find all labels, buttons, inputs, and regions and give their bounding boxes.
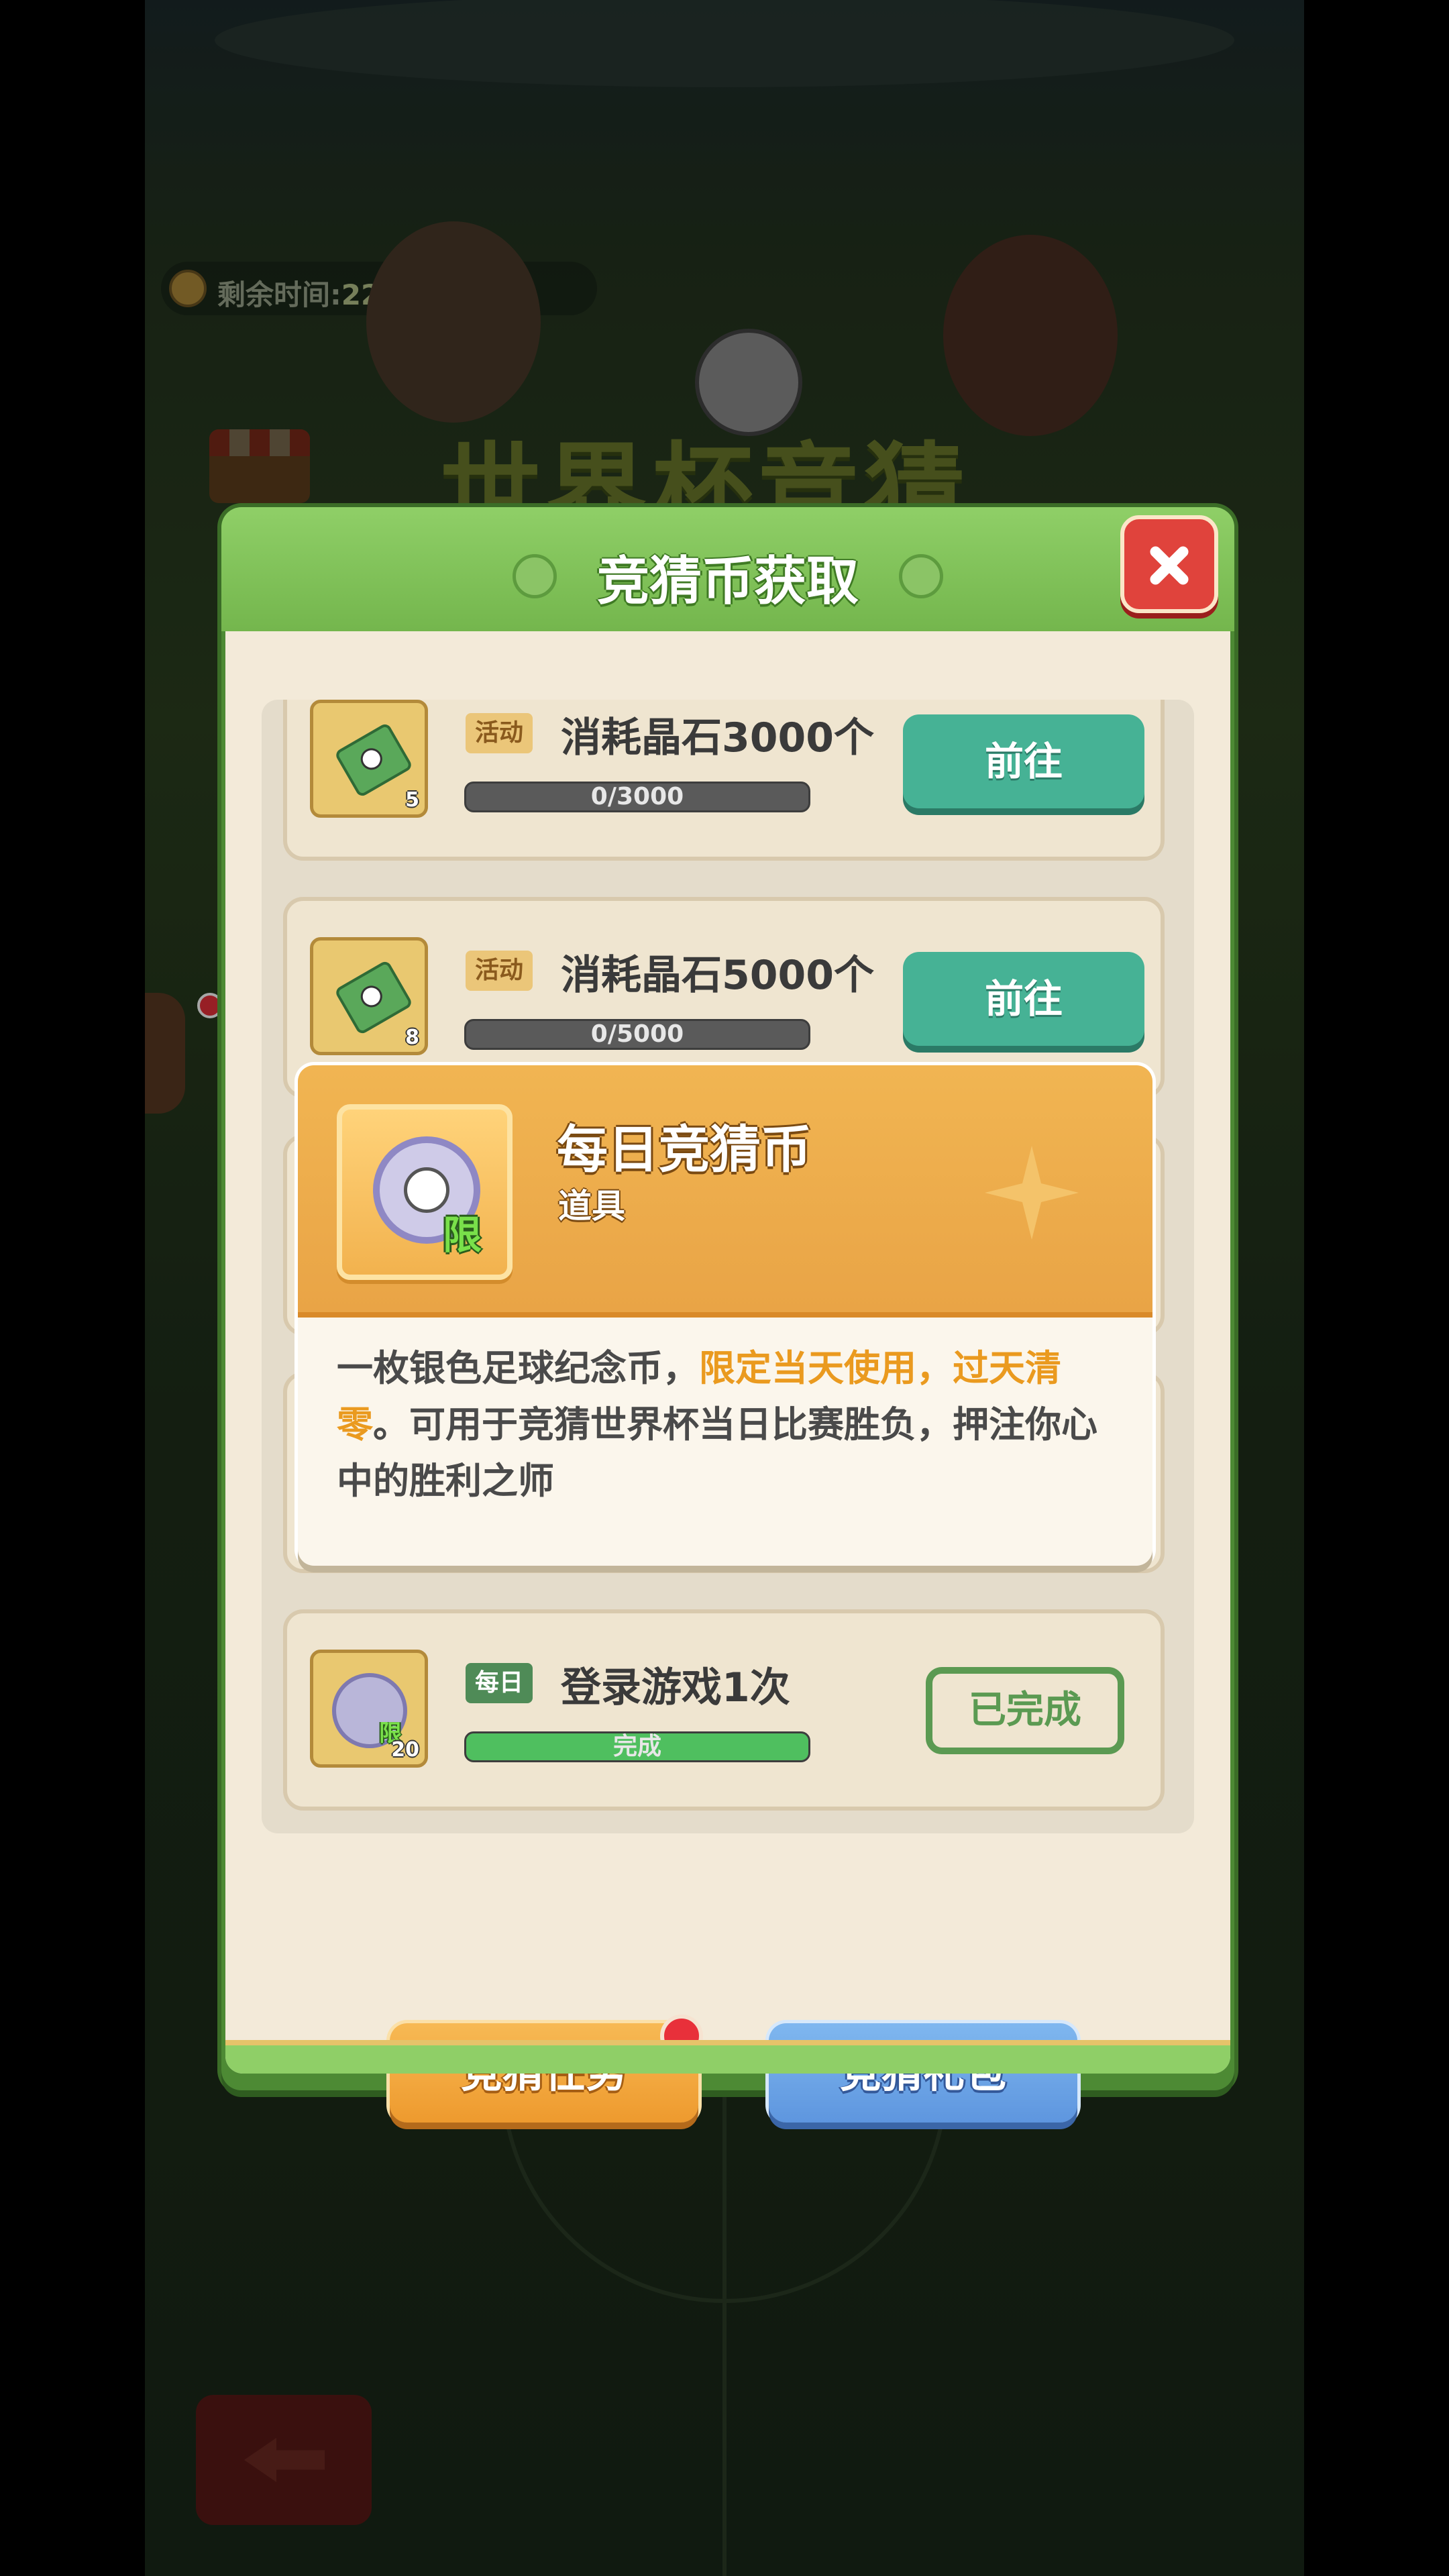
task-title: 消耗晶石5000个 [561,952,874,999]
task-tag: 活动 [466,713,533,753]
progress-bar: 0/3000 [464,782,810,812]
progress-text: 0/5000 [590,1020,684,1048]
task-item: 5 活动 消耗晶石3000个 0/3000 前往 [283,700,1165,861]
limit-badge: 限 [443,1212,482,1258]
task-tag: 每日 [466,1663,533,1703]
completed-button: 已完成 [926,1667,1124,1754]
go-button[interactable]: 前往 [903,952,1144,1046]
soccer-ball-icon [899,554,943,598]
progress-bar: 完成 [464,1731,810,1762]
progress-text: 0/3000 [590,783,684,810]
item-tooltip: 限 每日竞猜币 道具 一枚银色足球纪念币，限定当天使用，过天清零。可用于竞猜世界… [298,1065,1152,1566]
silver-coin-icon[interactable]: 限 20 [310,1650,428,1768]
close-button[interactable] [1120,515,1218,613]
progress-text: 完成 [612,1733,661,1760]
progress-bar: 0/5000 [464,1019,810,1050]
task-title: 消耗晶石3000个 [561,714,874,761]
ticket-icon[interactable]: 5 [310,700,428,818]
task-title: 登录游戏1次 [561,1664,790,1711]
item-name: 每日竞猜币 [557,1120,812,1179]
item-description: 一枚银色足球纪念币，限定当天使用，过天清零。可用于竞猜世界杯当日比赛胜负，押注你… [337,1347,1097,1502]
reward-count: 8 [405,1026,419,1049]
task-tag: 活动 [466,951,533,991]
tooltip-header: 限 每日竞猜币 道具 [298,1065,1152,1318]
task-item: 限 20 每日 登录游戏1次 完成 已完成 [283,1609,1165,1811]
sparkle-icon [985,1146,1079,1240]
ticket-icon[interactable]: 8 [310,937,428,1055]
dialog-title: 竞猜币获取 [596,551,859,612]
item-icon-frame: 限 [337,1104,513,1280]
reward-count: 5 [405,788,419,812]
dialog-header: 竞猜币获取 [221,507,1234,631]
go-button[interactable]: 前往 [903,714,1144,808]
item-type: 道具 [558,1187,625,1226]
reward-count: 20 [391,1738,419,1762]
dialog-footer-strip [225,2040,1230,2074]
